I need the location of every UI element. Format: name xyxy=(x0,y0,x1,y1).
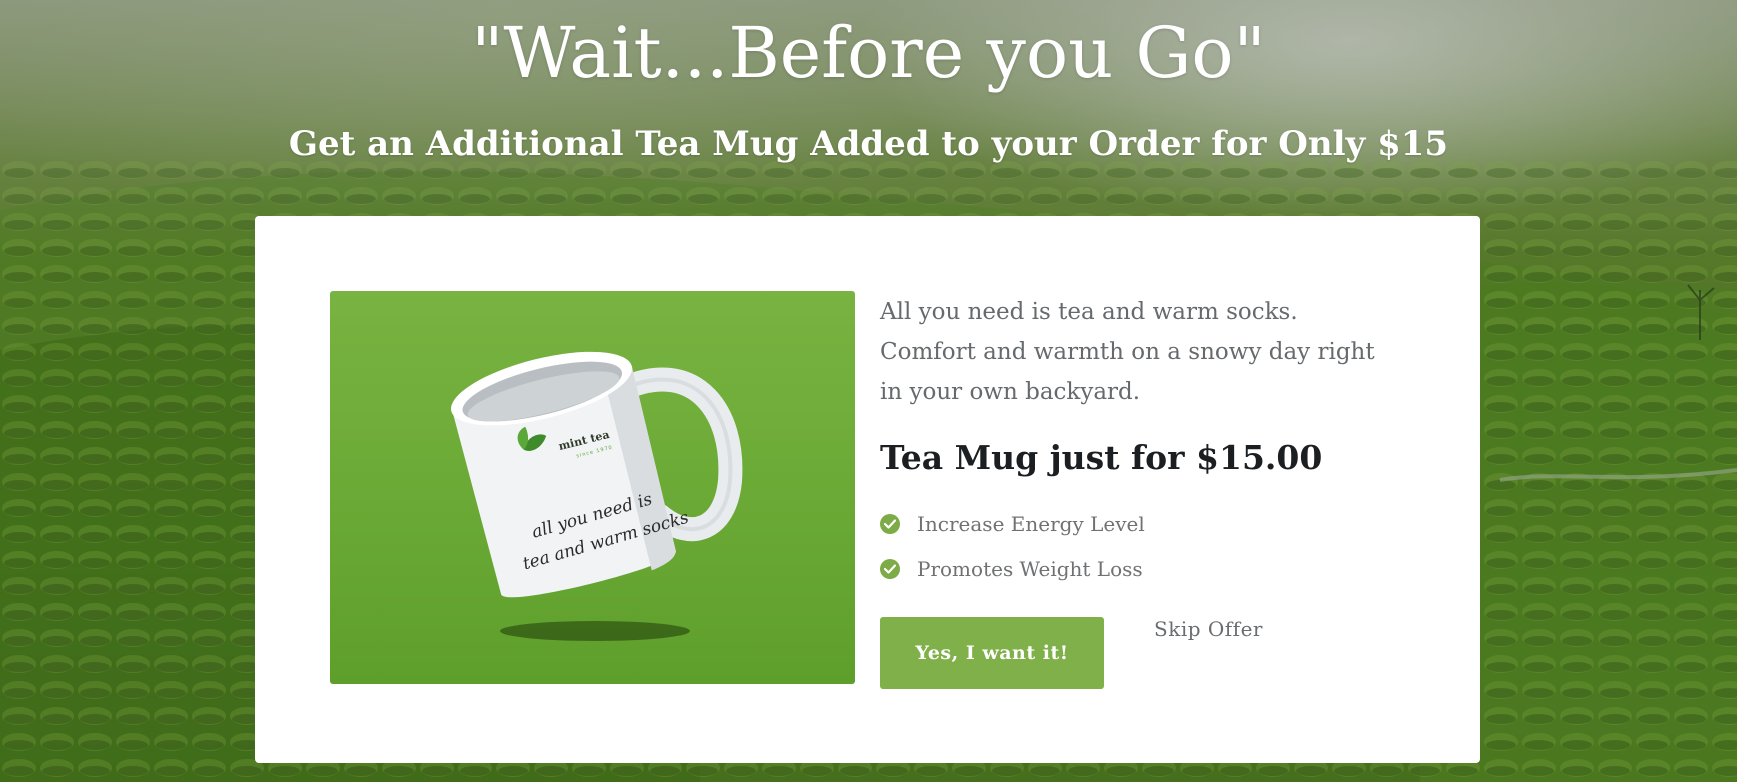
skip-offer-link[interactable]: Skip Offer xyxy=(1154,617,1314,647)
benefit-item: Promotes Weight Loss xyxy=(880,546,1145,591)
offer-subheadline: Get an Additional Tea Mug Added to your … xyxy=(288,124,1449,164)
mug-illustration xyxy=(451,351,743,641)
page-headline: "Wait...Before you Go" xyxy=(471,12,1266,94)
benefit-label: Promotes Weight Loss xyxy=(917,556,1143,581)
offer-title: Tea Mug just for $15.00 xyxy=(880,438,1323,477)
tea-mug-product-image: mint tea since 1970 all you need is tea … xyxy=(330,291,855,684)
benefit-item: Increase Energy Level xyxy=(880,501,1145,546)
benefits-list: Increase Energy Level Promotes Weight Lo… xyxy=(880,501,1145,591)
check-circle-icon xyxy=(880,513,900,534)
benefit-label: Increase Energy Level xyxy=(917,511,1145,536)
offer-description: All you need is tea and warm socks. Comf… xyxy=(880,299,1375,405)
check-circle-icon xyxy=(880,558,900,579)
upsell-offer-card: mint tea since 1970 all you need is tea … xyxy=(255,216,1480,763)
accept-offer-button[interactable]: Yes, I want it! xyxy=(880,617,1104,689)
